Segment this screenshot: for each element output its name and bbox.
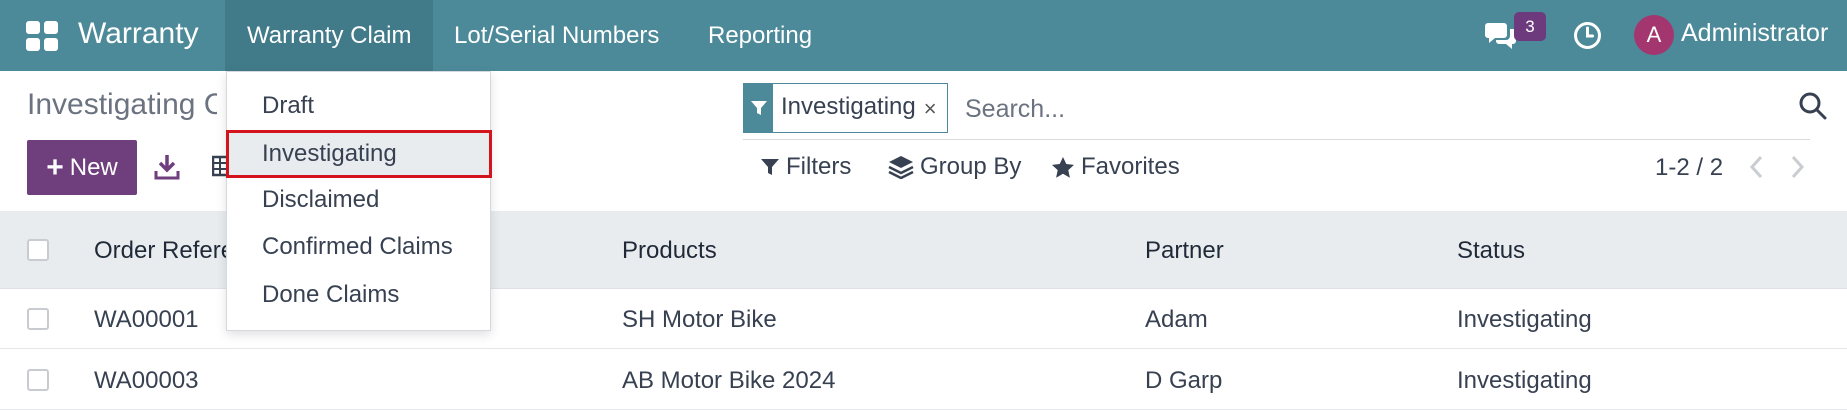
chat-badge: 3 (1514, 12, 1546, 41)
breadcrumb: Investigating Claims (27, 88, 217, 121)
dropdown-item-done-claims[interactable]: Done Claims (227, 272, 492, 318)
new-button-label: New (69, 153, 118, 181)
dropdown-item-confirmed-claims[interactable]: Confirmed Claims (227, 224, 492, 270)
new-button[interactable]: + New (27, 140, 137, 195)
filters-button[interactable]: Filters (760, 153, 851, 181)
row-checkbox[interactable] (27, 308, 49, 330)
cell-partner: Adam (1145, 306, 1208, 333)
pager-value[interactable]: 1-2 / 2 (1655, 154, 1723, 182)
cell-product: SH Motor Bike (622, 306, 777, 333)
search-facet[interactable]: Investigating × (743, 83, 948, 133)
favorites-button[interactable]: Favorites (1051, 153, 1180, 181)
apps-menu-icon[interactable] (26, 21, 58, 51)
warranty-claim-dropdown: Draft Investigating Disclaimed Confirmed… (226, 71, 492, 331)
cell-status: Investigating (1457, 306, 1592, 333)
facet-value: Investigating (781, 93, 916, 120)
group-by-label: Group By (920, 153, 1022, 180)
select-all-checkbox[interactable] (27, 239, 49, 261)
cell-order-reference: WA00001 (94, 306, 199, 333)
row-checkbox[interactable] (27, 369, 49, 391)
chevron-left-icon[interactable] (1746, 153, 1768, 181)
menu-warranty-claim[interactable]: Warranty Claim (225, 0, 434, 71)
download-icon[interactable] (154, 153, 180, 181)
user-name[interactable]: Administrator (1681, 19, 1828, 48)
dropdown-item-disclaimed[interactable]: Disclaimed (227, 177, 492, 223)
menu-lot-serial-numbers[interactable]: Lot/Serial Numbers (432, 0, 681, 71)
dropdown-item-investigating[interactable]: Investigating (227, 131, 492, 177)
favorites-label: Favorites (1081, 153, 1180, 180)
layers-icon (888, 156, 914, 179)
facet-close-icon[interactable]: × (920, 84, 947, 132)
filter-icon (761, 159, 779, 175)
dropdown-item-draft[interactable]: Draft (227, 83, 492, 129)
app-title[interactable]: Warranty (78, 17, 199, 51)
search-bar: Investigating × (743, 83, 1827, 140)
column-partner[interactable]: Partner (1145, 237, 1224, 265)
star-icon (1052, 156, 1074, 178)
filters-label: Filters (786, 153, 852, 180)
column-status[interactable]: Status (1457, 237, 1525, 265)
chevron-right-icon[interactable] (1786, 153, 1808, 181)
cell-status: Investigating (1457, 367, 1592, 394)
cell-partner: D Garp (1145, 367, 1223, 394)
cell-product: AB Motor Bike 2024 (622, 367, 836, 394)
group-by-button[interactable]: Group By (888, 153, 1021, 181)
filter-icon (744, 84, 773, 132)
search-icon[interactable] (1792, 83, 1832, 133)
avatar[interactable]: A (1634, 15, 1674, 55)
plus-icon: + (46, 150, 64, 184)
menu-reporting[interactable]: Reporting (686, 0, 834, 71)
search-input[interactable] (965, 87, 1565, 131)
top-navbar: Warranty Warranty Claim Lot/Serial Numbe… (0, 0, 1847, 71)
table-row[interactable]: WA00003 AB Motor Bike 2024 D Garp Invest… (0, 350, 1847, 410)
clock-icon[interactable] (1573, 21, 1602, 50)
cell-order-reference: WA00003 (94, 367, 199, 394)
column-products[interactable]: Products (622, 237, 717, 265)
chat-icon[interactable] (1484, 20, 1518, 50)
